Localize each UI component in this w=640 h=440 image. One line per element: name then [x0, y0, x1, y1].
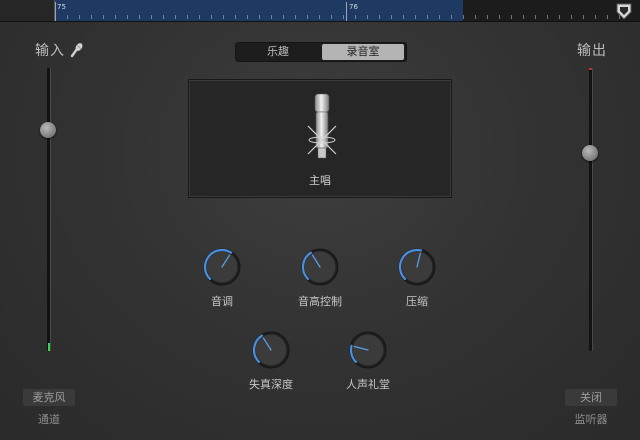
knob-compression[interactable]: 压缩 — [377, 247, 457, 317]
timeline-ruler[interactable]: 75 76 — [0, 0, 640, 22]
input-volume-track[interactable] — [47, 68, 50, 351]
input-monitor-mic-icon[interactable] — [69, 42, 83, 58]
input-volume-slider[interactable] — [40, 122, 56, 139]
knob-pitch-control-dial[interactable] — [300, 247, 340, 287]
playhead-icon[interactable] — [615, 3, 633, 21]
knob-distortion-label: 失真深度 — [249, 378, 293, 391]
input-title: 输入 — [35, 43, 65, 59]
output-volume-track[interactable] — [589, 68, 592, 351]
output-peak-indicator — [589, 68, 592, 70]
monitor-caption: 监听器 — [574, 413, 608, 426]
studio-mic-icon — [307, 93, 337, 159]
input-level-meter — [48, 342, 50, 351]
output-title: 输出 — [577, 43, 607, 59]
ruler-ticks — [55, 0, 620, 21]
input-source-caption: 通道 — [38, 413, 60, 426]
bar-number-76: 76 — [349, 3, 358, 11]
bar-number-75: 75 — [57, 3, 66, 11]
bar-line-76 — [346, 2, 347, 21]
preset-panel[interactable]: 主唱 — [188, 79, 452, 198]
knob-pitch[interactable]: 音调 — [182, 247, 262, 317]
tab-fun[interactable]: 乐趣 — [238, 44, 318, 60]
mode-segmented-control: 乐趣 录音室 — [235, 42, 407, 62]
ruler-left-margin — [0, 0, 55, 21]
knob-pitch-label: 音调 — [211, 295, 233, 308]
monitor-toggle-button[interactable]: 关闭 — [565, 389, 617, 406]
tab-studio[interactable]: 录音室 — [322, 44, 404, 60]
bar-line-75 — [55, 2, 56, 21]
output-volume-slider[interactable] — [582, 144, 598, 161]
knob-compression-label: 压缩 — [406, 295, 428, 308]
knob-reverb-label: 人声礼堂 — [346, 378, 390, 391]
knob-reverb-dial[interactable] — [348, 330, 388, 370]
preset-name: 主唱 — [309, 174, 331, 187]
knob-pitch-control[interactable]: 音高控制 — [280, 247, 360, 317]
knob-pitch-control-label: 音高控制 — [298, 295, 342, 308]
knob-distortion[interactable]: 失真深度 — [231, 330, 311, 400]
knob-compression-dial[interactable] — [397, 247, 437, 287]
knob-distortion-dial[interactable] — [251, 330, 291, 370]
input-source-button[interactable]: 麦克风 — [23, 389, 75, 406]
knob-pitch-dial[interactable] — [202, 247, 242, 287]
knob-reverb[interactable]: 人声礼堂 — [328, 330, 408, 400]
